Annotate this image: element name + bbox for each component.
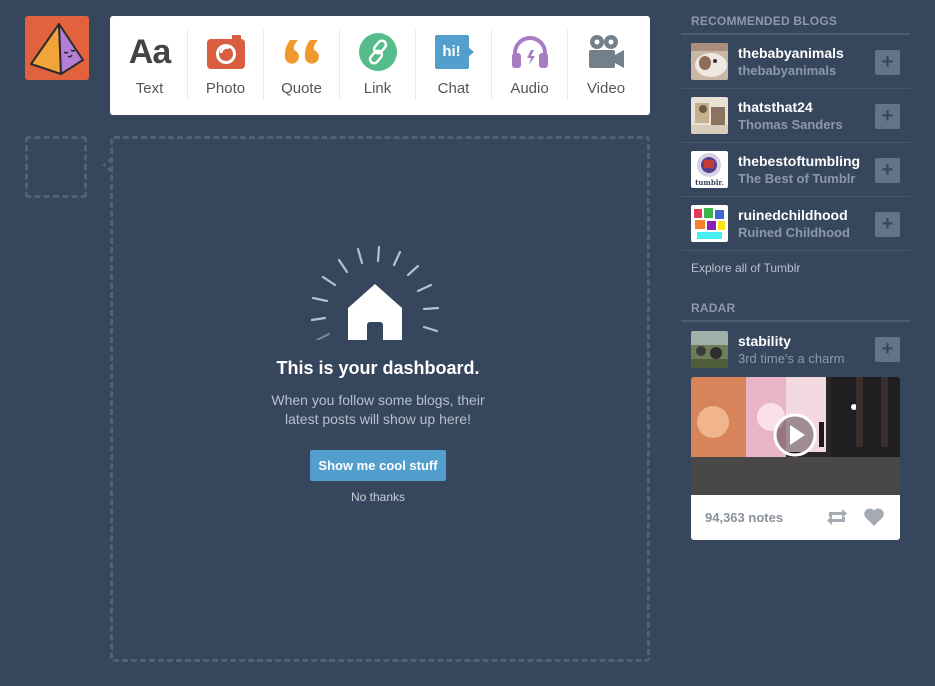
- recommended-blog-item[interactable]: thatsthat24 Thomas Sanders +: [681, 89, 910, 143]
- empty-dashboard-message: This is your dashboard. When you follow …: [110, 240, 646, 504]
- chat-icon-glyph: hi!: [442, 43, 461, 60]
- text-icon-glyph: Aa: [128, 32, 171, 71]
- post-type-label: Link: [363, 80, 392, 97]
- camera-icon: [201, 30, 251, 74]
- blog-title: The Best of Tumblr: [738, 170, 856, 186]
- blog-name[interactable]: thebestoftumbling: [738, 153, 860, 170]
- follow-plus-button[interactable]: +: [875, 104, 900, 129]
- plus-icon: +: [881, 213, 894, 235]
- text-icon: Aa: [125, 30, 175, 74]
- blog-avatar-badge: tumblr.: [695, 178, 724, 187]
- post-type-link-button[interactable]: Link: [340, 30, 416, 100]
- follow-plus-button[interactable]: +: [875, 158, 900, 183]
- radar-video[interactable]: [691, 377, 900, 495]
- home-sunburst-icon: [310, 245, 440, 340]
- blog-avatar[interactable]: [691, 43, 728, 80]
- blog-name[interactable]: thebabyanimals: [738, 45, 844, 62]
- radar-blog-avatar[interactable]: [691, 331, 728, 368]
- plus-icon: +: [881, 51, 894, 73]
- video-camera-icon: [581, 30, 631, 74]
- post-type-label: Quote: [281, 80, 322, 97]
- reblog-icon[interactable]: [826, 508, 848, 526]
- recommended-blog-item[interactable]: thebabyanimals thebabyanimals +: [681, 35, 910, 89]
- post-type-label: Text: [135, 80, 164, 97]
- quote-icon: [277, 30, 327, 74]
- plus-icon: +: [881, 159, 894, 181]
- dashboard-message-line-2: latest posts will show up here!: [285, 411, 471, 427]
- blog-avatar[interactable]: tumblr.: [691, 151, 728, 188]
- recommended-blogs-title: RECOMMENDED BLOGS: [681, 0, 910, 35]
- post-type-audio-button[interactable]: Audio: [492, 30, 568, 100]
- blog-name[interactable]: thatsthat24: [738, 99, 843, 116]
- sidebar: RECOMMENDED BLOGS thebabyanimals thebaby…: [681, 0, 910, 540]
- plus-icon: +: [881, 105, 894, 127]
- dashboard-message: When you follow some blogs, their latest…: [110, 391, 646, 429]
- radar-blog-name[interactable]: stability: [738, 333, 845, 350]
- radar-post-card: 94,363 notes: [691, 377, 900, 540]
- recommended-blog-item[interactable]: ruinedchildhood Ruined Childhood +: [681, 197, 910, 251]
- post-type-label: Chat: [437, 80, 470, 97]
- blog-avatar[interactable]: [691, 205, 728, 242]
- heart-icon[interactable]: [863, 507, 885, 527]
- plus-icon: +: [881, 338, 894, 360]
- recommended-blog-item[interactable]: tumblr. thebestoftumbling The Best of Tu…: [681, 143, 910, 197]
- post-type-video-button[interactable]: Video: [568, 30, 644, 100]
- no-thanks-link[interactable]: No thanks: [110, 490, 646, 504]
- chat-icon: hi!: [429, 30, 479, 74]
- placeholder-pointer-icon: [102, 158, 112, 172]
- blog-title: Thomas Sanders: [738, 116, 843, 132]
- explore-tumblr-link[interactable]: Explore all of Tumblr: [681, 251, 910, 293]
- post-type-photo-button[interactable]: Photo: [188, 30, 264, 100]
- pyramid-avatar-icon: [30, 23, 84, 75]
- radar-blog-title: 3rd time's a charm: [738, 350, 845, 366]
- radar-post-footer: 94,363 notes: [691, 495, 900, 540]
- blog-avatar[interactable]: [691, 97, 728, 134]
- follow-plus-button[interactable]: +: [875, 337, 900, 362]
- post-type-bar: Aa Text Photo Quote Link hi! Chat Audio …: [110, 16, 650, 115]
- blog-name[interactable]: ruinedchildhood: [738, 207, 850, 224]
- dashboard-message-line-1: When you follow some blogs, their: [271, 392, 485, 408]
- radar-blog-header: stability 3rd time's a charm +: [681, 322, 910, 377]
- post-type-chat-button[interactable]: hi! Chat: [416, 30, 492, 100]
- avatar-placeholder: [25, 136, 87, 198]
- blog-names: thebabyanimals thebabyanimals: [738, 45, 844, 79]
- show-cool-stuff-button[interactable]: Show me cool stuff: [310, 450, 446, 481]
- link-icon: [353, 30, 403, 74]
- post-type-label: Photo: [205, 80, 246, 97]
- post-type-label: Audio: [510, 80, 549, 97]
- post-type-label: Video: [586, 80, 626, 97]
- blog-title: Ruined Childhood: [738, 224, 850, 240]
- blog-names: ruinedchildhood Ruined Childhood: [738, 207, 850, 241]
- blog-title: thebabyanimals: [738, 62, 837, 78]
- blog-names: thebestoftumbling The Best of Tumblr: [738, 153, 860, 187]
- follow-plus-button[interactable]: +: [875, 212, 900, 237]
- user-avatar[interactable]: [25, 16, 89, 80]
- radar-title: RADAR: [681, 293, 910, 322]
- notes-count[interactable]: 94,363 notes: [705, 510, 783, 525]
- post-type-quote-button[interactable]: Quote: [264, 30, 340, 100]
- play-icon[interactable]: [772, 412, 818, 458]
- post-type-text-button[interactable]: Aa Text: [112, 30, 188, 100]
- blog-names: thatsthat24 Thomas Sanders: [738, 99, 843, 133]
- blog-names: stability 3rd time's a charm: [738, 333, 845, 367]
- headphones-icon: [505, 30, 555, 74]
- follow-plus-button[interactable]: +: [875, 50, 900, 75]
- dashboard-title: This is your dashboard.: [276, 358, 480, 378]
